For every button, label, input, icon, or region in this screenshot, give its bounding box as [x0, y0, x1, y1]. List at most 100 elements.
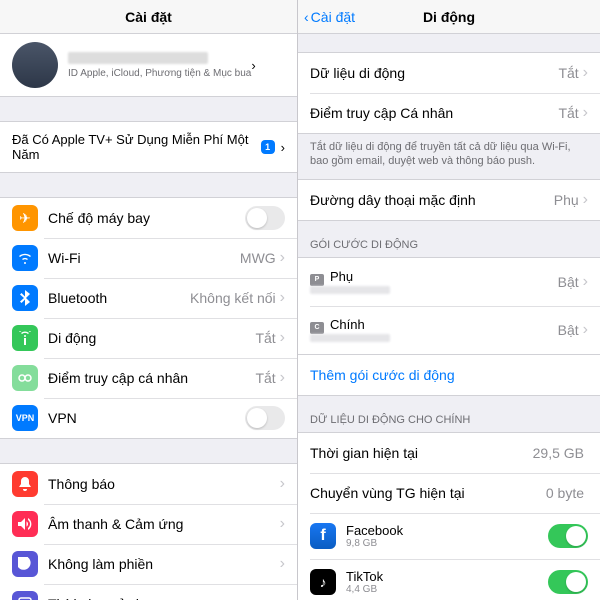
- chevron-right-icon: ›: [281, 140, 285, 155]
- hotspot-value: Tắt: [255, 370, 275, 386]
- add-cellular-plan-button[interactable]: Thêm gói cước di động: [298, 355, 600, 396]
- chevron-right-icon: ›: [583, 274, 588, 290]
- cellular-label: Di động: [48, 330, 255, 346]
- airplane-icon: ✈: [12, 205, 38, 231]
- apple-id-subtitle: ID Apple, iCloud, Phương tiện & Mục bua: [68, 68, 251, 79]
- current-period-row: Thời gian hiện tại 29,5 GB: [298, 433, 600, 473]
- chevron-right-icon: ›: [280, 330, 285, 346]
- hotspot-icon: [12, 365, 38, 391]
- apple-tv-promo-row[interactable]: Đã Có Apple TV+ Sử Dụng Miễn Phí Một Năm…: [0, 121, 297, 173]
- plan-primary-row[interactable]: C Chính Bật ›: [298, 306, 600, 354]
- notifications-section: Thông báo › Âm thanh & Cảm ứng › Không l…: [0, 463, 297, 600]
- apple-id-row[interactable]: ID Apple, iCloud, Phương tiện & Mục bua …: [0, 34, 297, 97]
- page-title: Cài đặt: [125, 9, 172, 25]
- chevron-right-icon: ›: [280, 596, 285, 600]
- wifi-value: MWG: [240, 250, 276, 266]
- default-voice-value: Phụ: [554, 192, 579, 208]
- wireless-section: ✈ Chế độ máy bay Wi-Fi MWG › Bluetooth K…: [0, 197, 297, 439]
- chevron-right-icon: ›: [280, 290, 285, 306]
- sounds-row[interactable]: Âm thanh & Cảm ứng ›: [0, 504, 297, 544]
- badge-count: 1: [261, 140, 275, 154]
- dnd-row[interactable]: Không làm phiền ›: [0, 544, 297, 584]
- hotspot-label: Điểm truy cập cá nhân: [48, 370, 255, 386]
- airplane-label: Chế độ máy bay: [48, 210, 245, 226]
- bluetooth-value: Không kết nối: [190, 290, 276, 306]
- airplane-mode-row[interactable]: ✈ Chế độ máy bay: [0, 198, 297, 238]
- facebook-usage-value: 9,8 GB: [346, 538, 548, 549]
- current-period-value: 29,5 GB: [533, 445, 584, 461]
- cellular-detail-panel: ‹ Cài đặt Di động Dữ liệu di động Tắt › …: [298, 0, 600, 600]
- vpn-row[interactable]: VPN VPN: [0, 398, 297, 438]
- cellular-data-label: Dữ liệu di động: [310, 65, 558, 81]
- chevron-right-icon: ›: [280, 250, 285, 266]
- cellular-value: Tắt: [255, 330, 275, 346]
- plan-primary-value: Bật: [558, 322, 579, 338]
- dnd-label: Không làm phiền: [48, 556, 280, 572]
- header-right: ‹ Cài đặt Di động: [298, 0, 600, 34]
- cellular-row[interactable]: Di động Tắt ›: [0, 318, 297, 358]
- airplane-switch[interactable]: [245, 206, 285, 230]
- data-usage-header: DỮ LIỆU DI ĐỘNG CHO CHÍNH: [298, 396, 600, 432]
- bluetooth-label: Bluetooth: [48, 290, 190, 306]
- roaming-period-row: Chuyển vùng TG hiện tại 0 byte: [298, 473, 600, 513]
- chevron-left-icon: ‹: [304, 9, 309, 25]
- tiktok-icon: ♪: [310, 569, 336, 595]
- roaming-value: 0 byte: [546, 485, 584, 501]
- cellular-note: Tắt dữ liệu di động để truyền tất cả dữ …: [298, 134, 600, 179]
- bluetooth-row[interactable]: Bluetooth Không kết nối ›: [0, 278, 297, 318]
- chevron-right-icon: ›: [280, 370, 285, 386]
- chevron-right-icon: ›: [583, 192, 588, 208]
- notifications-icon: [12, 471, 38, 497]
- sounds-icon: [12, 511, 38, 537]
- tiktok-data-switch[interactable]: [548, 570, 588, 594]
- plan-secondary-label: Phụ: [330, 269, 353, 284]
- back-label: Cài đặt: [311, 9, 355, 25]
- plan-secondary-row[interactable]: P Phụ Bật ›: [298, 258, 600, 306]
- notifications-label: Thông báo: [48, 476, 280, 492]
- facebook-label: Facebook: [346, 523, 548, 538]
- personal-hotspot-value: Tắt: [558, 105, 578, 121]
- dnd-icon: [12, 551, 38, 577]
- default-voice-line-row[interactable]: Đường dây thoại mặc định Phụ ›: [298, 180, 600, 220]
- tiktok-label: TikTok: [346, 569, 548, 584]
- app-usage-facebook-row[interactable]: f Facebook 9,8 GB: [298, 513, 600, 559]
- roaming-label: Chuyển vùng TG hiện tại: [310, 485, 546, 501]
- chevron-right-icon: ›: [280, 476, 285, 492]
- cellular-data-row[interactable]: Dữ liệu di động Tắt ›: [298, 53, 600, 93]
- back-button[interactable]: ‹ Cài đặt: [304, 9, 355, 25]
- chevron-right-icon: ›: [251, 58, 255, 73]
- vpn-label: VPN: [48, 410, 245, 426]
- sim-badge-icon: C: [310, 322, 324, 334]
- screentime-row[interactable]: Thời gian sử dụng ›: [0, 584, 297, 600]
- facebook-data-switch[interactable]: [548, 524, 588, 548]
- tiktok-usage-value: 4,4 GB: [346, 584, 548, 595]
- page-title: Di động: [423, 9, 475, 25]
- notifications-row[interactable]: Thông báo ›: [0, 464, 297, 504]
- chevron-right-icon: ›: [280, 516, 285, 532]
- wifi-icon: [12, 245, 38, 271]
- chevron-right-icon: ›: [280, 556, 285, 572]
- settings-root-panel: Cài đặt ID Apple, iCloud, Phương tiện & …: [0, 0, 298, 600]
- vpn-icon: VPN: [12, 405, 38, 431]
- cellular-plans-header: GÓI CƯỚC DI ĐỘNG: [298, 221, 600, 257]
- vpn-switch[interactable]: [245, 406, 285, 430]
- sim-badge-icon: P: [310, 274, 324, 286]
- bluetooth-icon: [12, 285, 38, 311]
- personal-hotspot-row[interactable]: Điểm truy cập Cá nhân Tắt ›: [298, 93, 600, 133]
- sounds-label: Âm thanh & Cảm ứng: [48, 516, 280, 532]
- app-usage-tiktok-row[interactable]: ♪ TikTok 4,4 GB: [298, 559, 600, 600]
- facebook-icon: f: [310, 523, 336, 549]
- hotspot-row[interactable]: Điểm truy cập cá nhân Tắt ›: [0, 358, 297, 398]
- cellular-icon: [12, 325, 38, 351]
- screentime-icon: [12, 591, 38, 600]
- header-left: Cài đặt: [0, 0, 297, 34]
- plan-primary-label: Chính: [330, 317, 365, 332]
- cellular-data-value: Tắt: [558, 65, 578, 81]
- wifi-row[interactable]: Wi-Fi MWG ›: [0, 238, 297, 278]
- chevron-right-icon: ›: [583, 105, 588, 121]
- default-voice-label: Đường dây thoại mặc định: [310, 192, 554, 208]
- plan-secondary-value: Bật: [558, 274, 579, 290]
- chevron-right-icon: ›: [583, 322, 588, 338]
- carrier-redacted: [310, 286, 390, 294]
- screentime-label: Thời gian sử dụng: [48, 596, 280, 600]
